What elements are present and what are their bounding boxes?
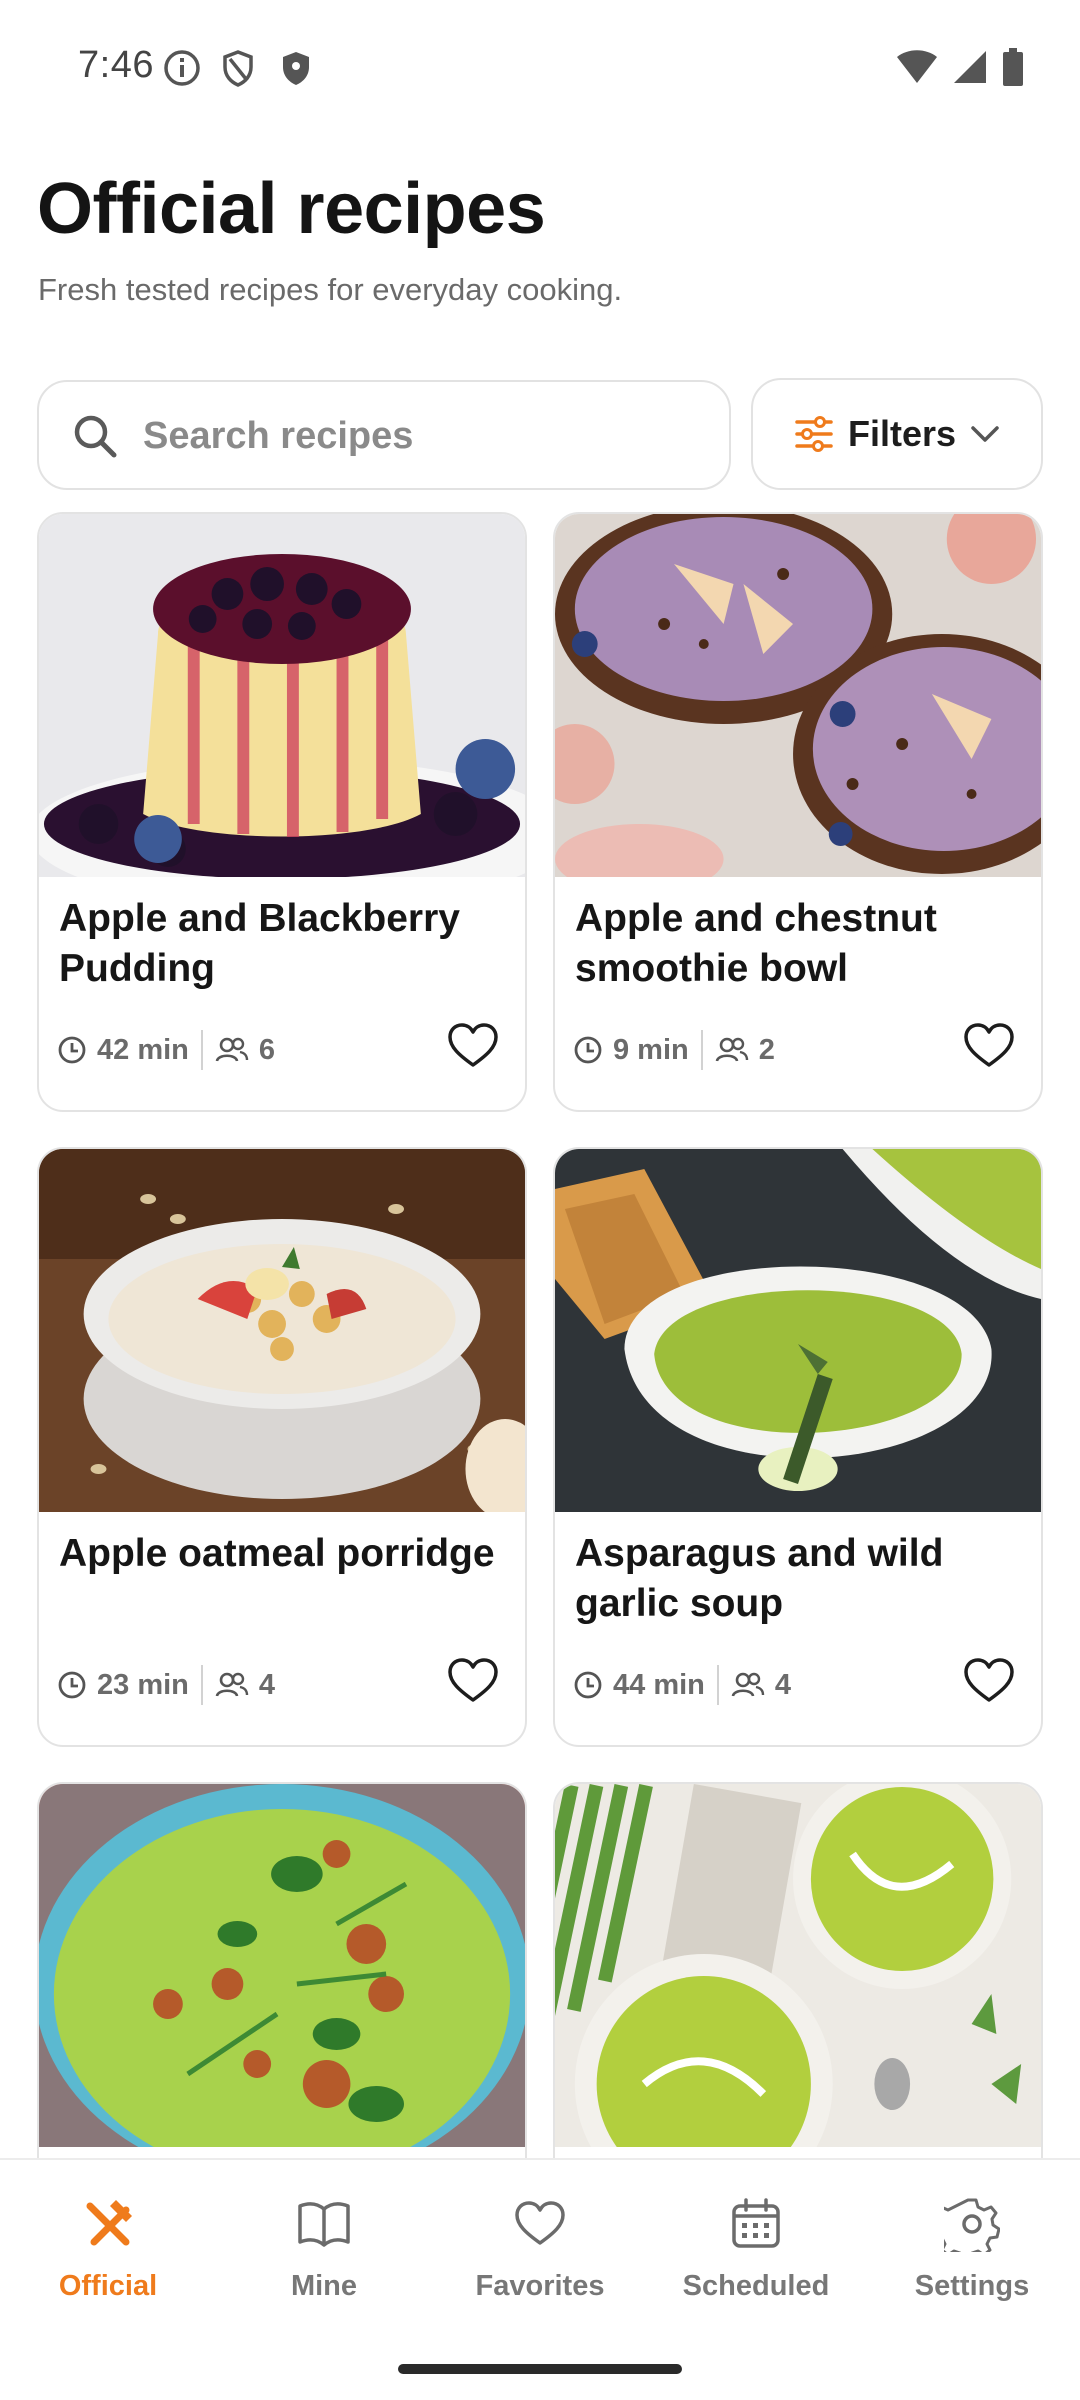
- nav-label: Favorites: [475, 2270, 605, 2302]
- recipe-time: 9 min: [613, 1033, 689, 1066]
- cellular-signal-icon: [954, 51, 986, 83]
- calendar-icon: [732, 2198, 780, 2248]
- search-icon: [74, 415, 117, 458]
- nav-item-scheduled[interactable]: Scheduled: [648, 2196, 864, 2316]
- filters-label: Filters: [847, 413, 957, 454]
- fork-knife-icon: [86, 2200, 132, 2246]
- battery-icon: [1003, 48, 1023, 86]
- recipe-meta: 42 min 6: [57, 1030, 275, 1070]
- people-icon: [215, 1672, 249, 1697]
- nav-label: Settings: [914, 2270, 1030, 2302]
- recipe-title: Apple and chestnut smoothie bowl: [575, 897, 937, 990]
- shield-filled-icon: [283, 52, 309, 85]
- nav-item-favorites[interactable]: Favorites: [432, 2196, 648, 2316]
- heart-icon: [515, 2201, 565, 2245]
- book-icon: [298, 2202, 350, 2247]
- meta-divider: [200, 1030, 203, 1070]
- recipe-image: [39, 1784, 525, 2147]
- meta-divider: [700, 1030, 703, 1070]
- gear-icon: [944, 2198, 1000, 2252]
- recipe-meta: 44 min 4: [573, 1665, 791, 1705]
- info-icon: [164, 50, 200, 86]
- clock-icon: [574, 1036, 602, 1064]
- people-icon: [731, 1672, 765, 1697]
- recipe-card[interactable]: Asparagus and wild garlic soup 44 min 4: [553, 1147, 1043, 1747]
- page-title: Official recipes: [37, 169, 546, 249]
- recipe-card[interactable]: Apple and Blackberry Pudding 42 min 6: [37, 512, 527, 1112]
- favorite-heart-icon[interactable]: [445, 1653, 501, 1709]
- status-time: 7:46: [78, 44, 154, 86]
- recipe-servings: 6: [258, 1033, 276, 1066]
- recipe-title: Asparagus and wild garlic soup: [575, 1532, 944, 1625]
- recipe-image: [555, 1784, 1041, 2147]
- wifi-icon: [897, 50, 937, 83]
- search-box[interactable]: [37, 380, 731, 490]
- recipe-image: [39, 1149, 525, 1512]
- nav-label: Mine: [290, 2270, 358, 2302]
- recipe-image: [39, 514, 525, 877]
- meta-divider: [716, 1665, 719, 1705]
- nav-label: Official: [58, 2270, 158, 2302]
- filters-button[interactable]: Filters: [751, 378, 1043, 490]
- sliders-icon: [795, 416, 833, 452]
- nav-item-mine[interactable]: Mine: [216, 2196, 432, 2316]
- nav-item-settings[interactable]: Settings: [864, 2196, 1080, 2316]
- page-subtitle: Fresh tested recipes for everyday cookin…: [38, 272, 623, 307]
- people-icon: [715, 1037, 748, 1062]
- clock-icon: [58, 1036, 86, 1064]
- search-input[interactable]: [143, 406, 703, 466]
- recipe-servings: 2: [758, 1033, 775, 1066]
- favorite-heart-icon[interactable]: [445, 1018, 501, 1074]
- recipe-image: [555, 1149, 1041, 1512]
- clock-icon: [58, 1671, 86, 1699]
- shield-outline-icon: [223, 50, 253, 87]
- recipe-image: [555, 514, 1041, 877]
- recipe-meta: 23 min 4: [57, 1665, 275, 1705]
- status-bar: 7:46: [0, 0, 1080, 130]
- nav-label: Scheduled: [682, 2270, 830, 2302]
- recipe-servings: 4: [774, 1668, 792, 1701]
- recipe-time: 42 min: [97, 1033, 189, 1066]
- chevron-down-icon: [971, 426, 999, 442]
- clock-icon: [574, 1671, 602, 1699]
- recipe-title: Apple oatmeal porridge: [59, 1532, 495, 1575]
- favorite-heart-icon[interactable]: [961, 1653, 1017, 1709]
- recipe-servings: 4: [258, 1668, 276, 1701]
- favorite-heart-icon[interactable]: [961, 1018, 1017, 1074]
- people-icon: [215, 1037, 249, 1062]
- recipe-meta: 9 min 2: [573, 1030, 775, 1070]
- recipe-card[interactable]: Apple and chestnut smoothie bowl 9 min 2: [553, 512, 1043, 1112]
- home-indicator[interactable]: [398, 2364, 682, 2374]
- recipe-title: Apple and Blackberry Pudding: [59, 897, 460, 990]
- meta-divider: [200, 1665, 203, 1705]
- recipe-card[interactable]: Apple oatmeal porridge 23 min 4: [37, 1147, 527, 1747]
- recipe-time: 44 min: [613, 1668, 705, 1701]
- status-right-icons: [896, 48, 1024, 86]
- nav-item-official[interactable]: Official: [0, 2196, 216, 2316]
- recipe-time: 23 min: [97, 1668, 189, 1701]
